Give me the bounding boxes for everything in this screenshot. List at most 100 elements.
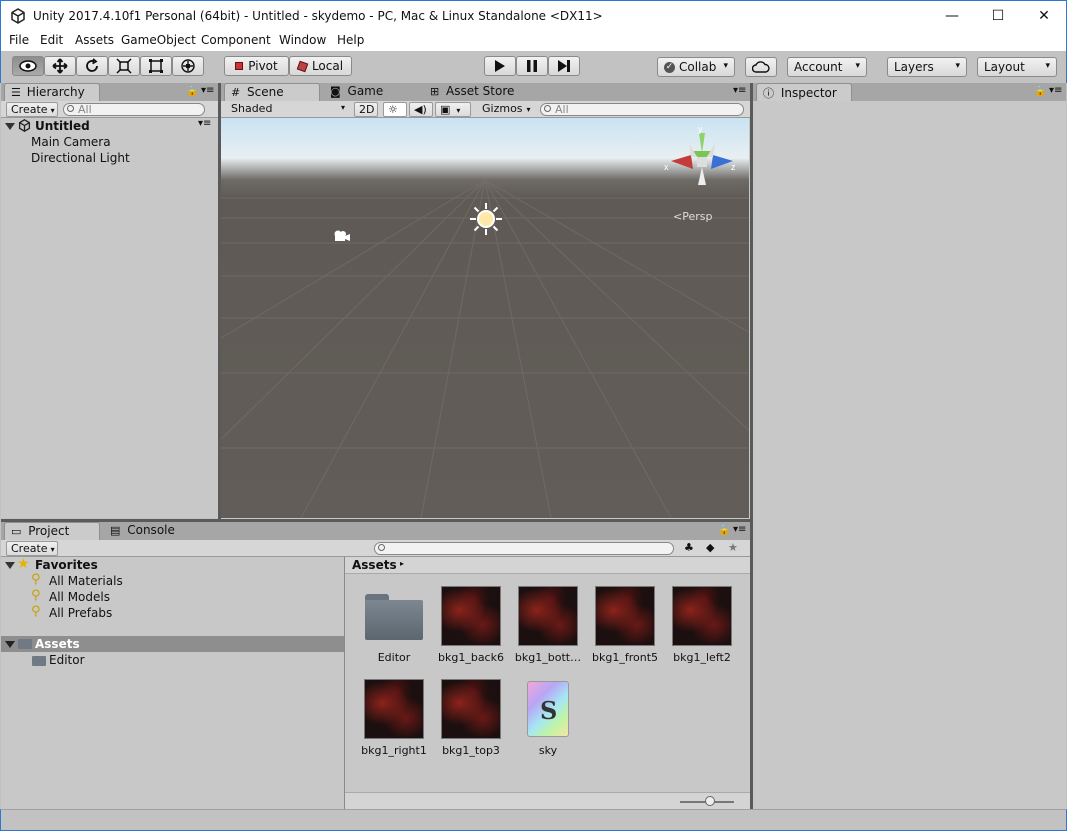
tab-asset-store[interactable]: ⊞ Asset Store <box>424 83 534 101</box>
favorite-all-materials[interactable]: All Materials <box>49 574 123 588</box>
menu-assets[interactable]: Assets <box>75 33 114 47</box>
folder-editor[interactable]: Editor <box>49 653 85 667</box>
step-button[interactable] <box>548 56 580 76</box>
menu-window[interactable]: Window <box>279 33 326 47</box>
hierarchy-create-dropdown[interactable]: Create ▾ <box>6 102 58 117</box>
asset-label-top[interactable]: bkg1_top3 <box>432 744 510 757</box>
asset-label-front[interactable]: bkg1_front5 <box>586 651 664 664</box>
project-subbar: Create ▾ ♣ ◆ ★ <box>1 540 750 557</box>
account-dropdown[interactable]: Account <box>787 57 867 77</box>
zoom-slider-handle[interactable] <box>705 796 715 806</box>
persp-arrow-icon: < <box>673 210 683 223</box>
effects-dropdown[interactable]: ▣ ▾ <box>435 102 471 117</box>
projection-label[interactable]: <Persp <box>673 210 712 223</box>
scale-tool-button[interactable] <box>108 56 140 76</box>
menu-help[interactable]: Help <box>337 33 364 47</box>
menu-gameobject[interactable]: GameObject <box>121 33 196 47</box>
scene-search-placeholder: All <box>555 103 569 116</box>
transform-tool-button[interactable] <box>172 56 204 76</box>
favorite-star-icon[interactable]: ★ <box>728 541 738 554</box>
lighting-toggle[interactable]: ☼ <box>383 102 407 117</box>
rect-tool-button[interactable] <box>140 56 172 76</box>
hierarchy-item-directional-light[interactable]: Directional Light <box>31 151 130 165</box>
lock-icon[interactable]: 🔒 <box>186 86 198 97</box>
texture-thumbnail-bottom[interactable] <box>518 586 578 646</box>
scene-panel-menu-icon[interactable]: ▾≡ <box>733 85 746 96</box>
favorite-all-models[interactable]: All Models <box>49 590 110 604</box>
scene-viewport[interactable]: y x z <Persp <box>221 118 749 518</box>
inspector-menu-icon[interactable]: ▾≡ <box>1049 85 1062 96</box>
camera-gizmo-icon[interactable] <box>331 228 351 244</box>
assets-row-selected[interactable]: Assets <box>1 636 344 652</box>
play-button[interactable] <box>484 56 516 76</box>
texture-thumbnail-left[interactable] <box>672 586 732 646</box>
tab-game[interactable]: ◙ Game <box>324 83 420 101</box>
asset-label-back[interactable]: bkg1_back6 <box>432 651 510 664</box>
tab-console[interactable]: ▤ Console <box>104 522 200 540</box>
menu-component[interactable]: Component <box>201 33 271 47</box>
gizmos-dropdown[interactable]: Gizmos ▾ <box>478 102 531 117</box>
scene-menu-icon[interactable]: ▾≡ <box>198 118 211 129</box>
project-lock-icon[interactable]: 🔒 <box>718 525 730 536</box>
texture-thumbnail-top[interactable] <box>441 679 501 739</box>
editor-folder-thumbnail[interactable] <box>365 594 423 640</box>
scene-search-input[interactable]: All <box>540 103 744 116</box>
unity-scene-icon <box>18 119 31 132</box>
account-label: Account <box>794 60 843 74</box>
panel-menu-icon[interactable]: ▾≡ <box>201 85 214 96</box>
asset-label-sky[interactable]: sky <box>509 744 587 757</box>
status-bar <box>0 809 1067 831</box>
move-tool-button[interactable] <box>44 56 76 76</box>
layout-dropdown[interactable]: Layout <box>977 57 1057 77</box>
asset-label-left[interactable]: bkg1_left2 <box>663 651 741 664</box>
tab-project[interactable]: ▭ Project <box>4 522 100 540</box>
view-tool-button[interactable] <box>12 56 44 76</box>
orientation-gizmo[interactable]: y x z <box>661 123 741 203</box>
pivot-toggle[interactable]: Pivot <box>224 56 289 76</box>
pause-button[interactable] <box>516 56 548 76</box>
local-cube-icon <box>296 60 309 72</box>
cloud-button[interactable] <box>745 57 777 77</box>
inspector-lock-icon[interactable]: 🔒 <box>1034 86 1046 97</box>
audio-toggle[interactable]: ◀) <box>409 102 433 117</box>
project-menu-icon[interactable]: ▾≡ <box>733 524 746 535</box>
directional-light-icon[interactable] <box>468 201 504 237</box>
local-toggle[interactable]: Local <box>289 56 352 76</box>
maximize-button[interactable]: ☐ <box>975 1 1021 31</box>
breadcrumb: Assets ▸ <box>345 557 750 574</box>
tab-hierarchy[interactable]: ☰ Hierarchy <box>4 83 100 101</box>
favorites-expand-icon[interactable] <box>5 562 15 569</box>
shading-mode-dropdown[interactable]: Shaded ▾ <box>227 102 347 117</box>
menu-edit[interactable]: Edit <box>40 33 63 47</box>
scene-root-row[interactable]: Untitled ▾≡ <box>1 118 218 134</box>
tab-scene[interactable]: # Scene <box>224 83 320 101</box>
favorites-label[interactable]: Favorites <box>35 558 98 572</box>
project-create-dropdown[interactable]: Create ▾ <box>6 541 58 556</box>
asset-label-right[interactable]: bkg1_right1 <box>355 744 433 757</box>
texture-thumbnail-right[interactable] <box>364 679 424 739</box>
close-button[interactable]: ✕ <box>1021 1 1067 31</box>
filter-label-icon[interactable]: ◆ <box>706 541 714 554</box>
tab-inspector[interactable]: ⓘ Inspector <box>756 83 852 101</box>
layers-dropdown[interactable]: Layers <box>887 57 967 77</box>
rotate-tool-button[interactable] <box>76 56 108 76</box>
hierarchy-item-main-camera[interactable]: Main Camera <box>31 135 111 149</box>
shader-file-icon[interactable]: S <box>527 681 569 737</box>
asset-label-editor[interactable]: Editor <box>355 651 433 664</box>
mode-2d-toggle[interactable]: 2D <box>354 102 378 117</box>
asset-label-bottom[interactable]: bkg1_bott… <box>509 651 587 664</box>
collab-dropdown[interactable]: ✓ Collab <box>657 57 735 77</box>
menu-file[interactable]: File <box>9 33 29 47</box>
layout-label: Layout <box>984 60 1025 74</box>
breadcrumb-assets[interactable]: Assets <box>352 558 397 572</box>
expand-arrow-icon[interactable] <box>5 123 15 130</box>
minimize-button[interactable]: — <box>929 1 975 31</box>
search-favorite-icon: ⚲ <box>31 588 41 603</box>
hierarchy-search-input[interactable]: All <box>63 103 205 116</box>
assets-expand-icon[interactable] <box>5 641 15 648</box>
texture-thumbnail-back[interactable] <box>441 586 501 646</box>
project-search-input[interactable] <box>374 542 674 555</box>
texture-thumbnail-front[interactable] <box>595 586 655 646</box>
filter-type-icon[interactable]: ♣ <box>684 541 694 554</box>
favorite-all-prefabs[interactable]: All Prefabs <box>49 606 112 620</box>
